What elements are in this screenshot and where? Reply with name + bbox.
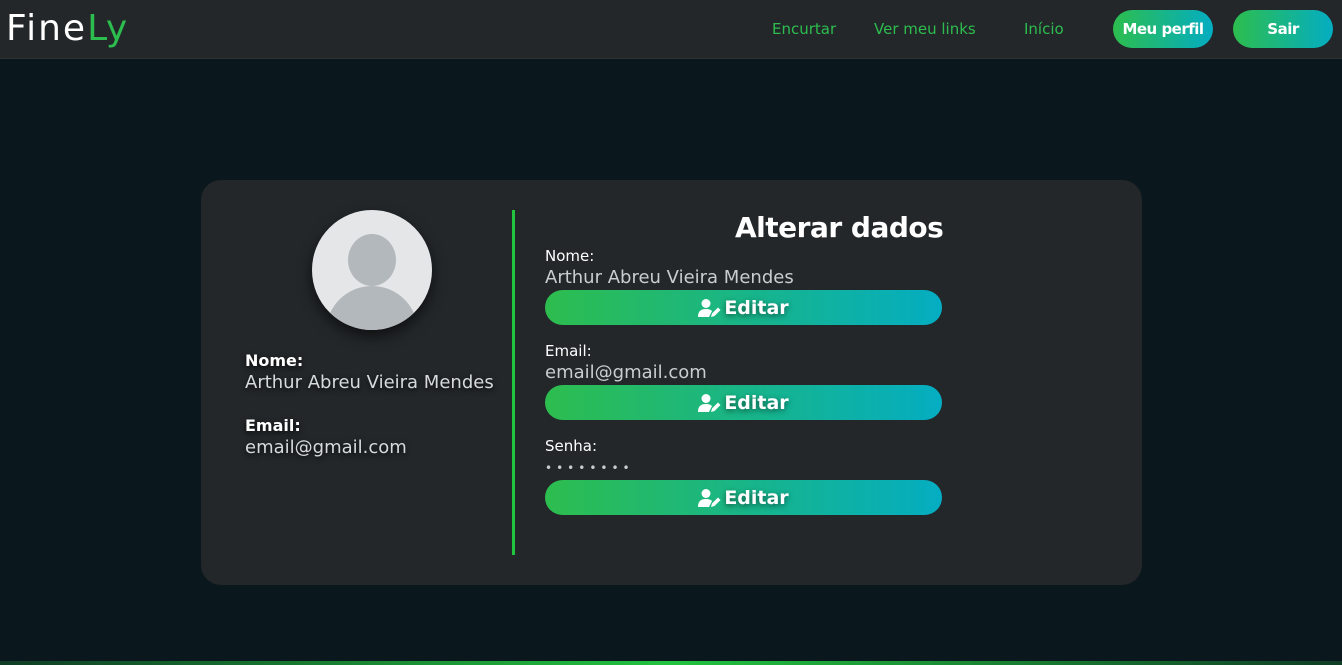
avatar-body (326, 286, 418, 330)
avatar-head (348, 234, 396, 286)
profile-button[interactable]: Meu perfil (1113, 10, 1213, 48)
edit-password-button[interactable]: Editar (545, 480, 942, 515)
edit-email-button-label: Editar (724, 391, 789, 414)
nav-link-home[interactable]: Início (1024, 19, 1064, 39)
user-avatar-icon (312, 210, 432, 330)
edit-name-value: Arthur Abreu Vieira Mendes (545, 267, 794, 288)
profile-name-value: Arthur Abreu Vieira Mendes (245, 372, 494, 393)
user-edit-icon (698, 298, 721, 317)
profile-name-label: Nome: (245, 351, 304, 370)
edit-email-button[interactable]: Editar (545, 385, 942, 420)
edit-email-label: Email: (545, 342, 592, 360)
nav-link-my-links[interactable]: Ver meu links (874, 19, 976, 39)
nav-link-shorten[interactable]: Encurtar (772, 19, 836, 39)
logo-text: Fine (6, 8, 88, 49)
edit-name-button-label: Editar (724, 296, 789, 319)
user-edit-icon (698, 393, 721, 412)
edit-password-label: Senha: (545, 437, 598, 455)
edit-password-button-label: Editar (724, 486, 789, 509)
user-edit-icon (698, 488, 721, 507)
edit-name-button[interactable]: Editar (545, 290, 942, 325)
profile-card: Nome: Arthur Abreu Vieira Mendes Email: … (201, 180, 1142, 585)
app-logo[interactable]: FineLy (6, 8, 129, 50)
edit-password-value: •••••••• (545, 461, 634, 475)
edit-section-title: Alterar dados (735, 211, 944, 244)
bottom-accent-line (0, 661, 1342, 665)
logout-button[interactable]: Sair (1233, 10, 1333, 48)
vertical-divider (512, 210, 515, 555)
edit-name-label: Nome: (545, 247, 595, 265)
logo-accent-text: Ly (87, 8, 130, 49)
profile-email-value: email@gmail.com (245, 437, 407, 458)
profile-email-label: Email: (245, 416, 301, 435)
edit-email-value: email@gmail.com (545, 362, 707, 383)
top-navbar: FineLy Encurtar Ver meu links Início Meu… (0, 0, 1342, 59)
